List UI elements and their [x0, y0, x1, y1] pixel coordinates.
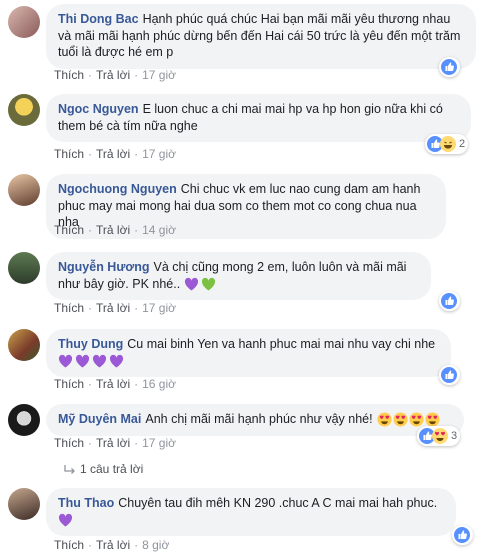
comment-actions: Thích · Trả lời · 8 giờ [54, 538, 170, 552]
comment-author[interactable]: Ngoc Nguyen [58, 102, 139, 116]
reaction-summary[interactable] [439, 365, 460, 385]
purple-heart-icon [109, 355, 124, 368]
avatar[interactable] [8, 329, 40, 361]
comment-text: Cu mai binh Yen va hanh phuc mai mai nhu… [127, 337, 436, 351]
comment-actions: Thích · Trả lời · 14 giờ [54, 223, 176, 237]
haha-reaction-icon [440, 136, 456, 152]
comment-time[interactable]: 17 giờ [142, 68, 176, 82]
comment-bubble: Thu Thao Chuyên tau đih mêh KN 290 .chuc … [46, 488, 456, 536]
comment-item: Thuy Dung Cu mai binh Yen va hanh phuc ma… [0, 327, 497, 397]
comment-author[interactable]: Nguyễn Hương [58, 260, 150, 274]
comment-actions: Thích · Trả lời · 17 giờ [54, 436, 176, 450]
reply-arrow-icon [64, 464, 75, 474]
comment-actions: Thích · Trả lời · 17 giờ [54, 147, 176, 161]
reply-link[interactable]: Trả lời [96, 147, 130, 161]
view-replies-link[interactable]: 1 câu trả lời [64, 462, 143, 476]
comment-author[interactable]: Thuy Dung [58, 337, 123, 351]
comment-time[interactable]: 16 giờ [142, 377, 176, 391]
comment-item: Mỹ Duyên Mai Anh chị mãi mãi hạnh phúc nh… [0, 402, 497, 477]
reply-link[interactable]: Trả lời [96, 68, 130, 82]
avatar[interactable] [8, 252, 40, 284]
like-link[interactable]: Thích [54, 301, 84, 315]
comment-actions: Thích · Trả lời · 17 giờ [54, 301, 176, 315]
reaction-summary[interactable] [439, 291, 460, 311]
comment-text: Anh chị mãi mãi hạnh phúc như vậy nhé! [145, 412, 373, 426]
like-link[interactable]: Thích [54, 538, 84, 552]
like-link[interactable]: Thích [54, 223, 84, 237]
comment-bubble: Thuy Dung Cu mai binh Yen va hanh phuc ma… [46, 329, 451, 377]
comment-author[interactable]: Mỹ Duyên Mai [58, 412, 141, 426]
comment-bubble: Thi Dong Bac Hạnh phúc quá chúc Hai bạn m… [46, 4, 476, 69]
heart-eyes-emoji-icon [409, 412, 424, 427]
reply-link[interactable]: Trả lời [96, 223, 130, 237]
reaction-summary[interactable]: 2 [425, 134, 469, 154]
comment-item: Thu Thao Chuyên tau đih mêh KN 290 .chuc … [0, 486, 497, 558]
reaction-summary[interactable] [439, 57, 460, 77]
comment-actions: Thích · Trả lời · 17 giờ [54, 68, 176, 82]
purple-heart-icon [184, 278, 198, 291]
purple-heart-icon [75, 355, 90, 368]
green-heart-icon [201, 278, 215, 291]
reply-link[interactable]: Trả lời [96, 538, 130, 552]
comment-bubble: Nguyễn Hương Và chị cũng mong 2 em, luôn … [46, 252, 431, 300]
like-reaction-icon [441, 367, 457, 383]
view-replies-label[interactable]: 1 câu trả lời [80, 462, 143, 476]
comment-time[interactable]: 8 giờ [142, 538, 169, 552]
comment-bubble: Ngoc Nguyen E luon chuc a chi mai mai hp … [46, 94, 471, 142]
comment-author[interactable]: Thi Dong Bac [58, 12, 139, 26]
like-link[interactable]: Thích [54, 377, 84, 391]
purple-heart-icon [58, 514, 73, 527]
avatar[interactable] [8, 94, 40, 126]
reply-link[interactable]: Trả lời [96, 436, 130, 450]
avatar[interactable] [8, 6, 40, 38]
comment-bubble: Mỹ Duyên Mai Anh chị mãi mãi hạnh phúc nh… [46, 404, 464, 436]
comment-actions: Thích · Trả lời · 16 giờ [54, 377, 176, 391]
comment-time[interactable]: 14 giờ [142, 223, 176, 237]
purple-heart-icon [58, 355, 73, 368]
heart-eyes-reaction-icon [432, 428, 448, 444]
comment-item: Thi Dong Bac Hạnh phúc quá chúc Hai bạn m… [0, 0, 497, 86]
comment-item: Nguyễn Hương Và chị cũng mong 2 em, luôn … [0, 250, 497, 320]
reaction-count: 2 [459, 138, 466, 150]
like-reaction-icon [454, 527, 470, 543]
like-reaction-icon [441, 59, 457, 75]
avatar[interactable] [8, 488, 40, 520]
comment-item: Ngochuong Nguyen Chi chuc vk em luc nao c… [0, 172, 497, 242]
comment-author[interactable]: Ngochuong Nguyen [58, 182, 177, 196]
avatar[interactable] [8, 404, 40, 436]
avatar[interactable] [8, 174, 40, 206]
comment-text: Chuyên tau đih mêh KN 290 .chuc A C mai … [118, 496, 438, 510]
heart-eyes-emoji-icon [425, 412, 440, 427]
reaction-count: 3 [451, 430, 458, 442]
purple-heart-icon [92, 355, 107, 368]
like-link[interactable]: Thích [54, 436, 84, 450]
like-reaction-icon [441, 293, 457, 309]
comment-time[interactable]: 17 giờ [142, 147, 176, 161]
reply-link[interactable]: Trả lời [96, 301, 130, 315]
reaction-summary[interactable]: 3 [417, 426, 461, 446]
heart-eyes-emoji-icon [393, 412, 408, 427]
comment-time[interactable]: 17 giờ [142, 436, 176, 450]
reply-link[interactable]: Trả lời [96, 377, 130, 391]
heart-eyes-emoji-icon [377, 412, 392, 427]
like-link[interactable]: Thích [54, 147, 84, 161]
like-link[interactable]: Thích [54, 68, 84, 82]
comment-time[interactable]: 17 giờ [142, 301, 176, 315]
comment-author[interactable]: Thu Thao [58, 496, 114, 510]
comment-item: Ngoc Nguyen E luon chuc a chi mai mai hp … [0, 92, 497, 164]
reaction-summary[interactable] [452, 525, 473, 545]
